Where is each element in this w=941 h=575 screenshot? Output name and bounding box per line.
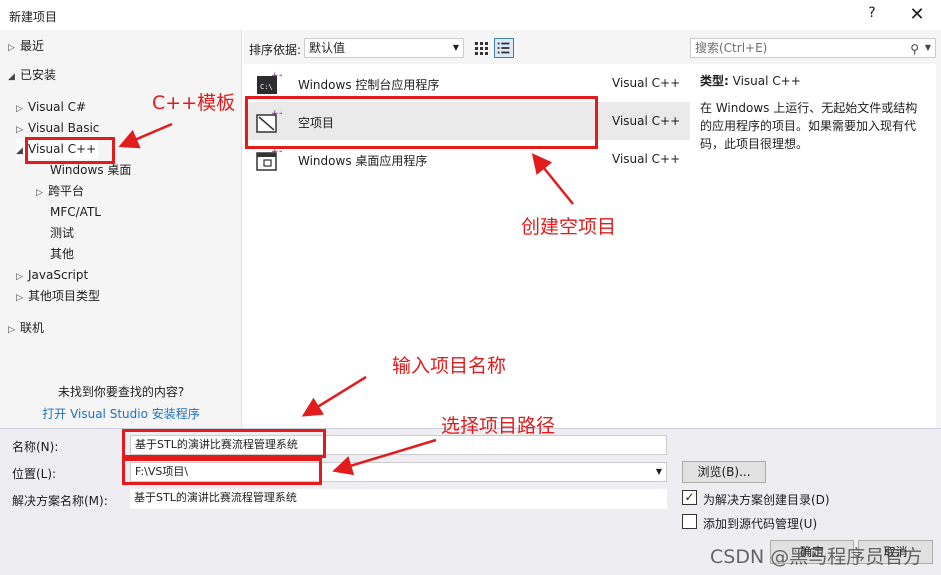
annotation-text-cpp-template: C++模板 — [152, 92, 236, 114]
sort-select[interactable]: 默认值 ▼ — [304, 38, 464, 58]
expand-arrow-icon[interactable]: ▷ — [36, 183, 48, 203]
browse-button[interactable]: 浏览(B)... — [682, 461, 766, 483]
sort-bar: 排序依据: 默认值 ▼ — [244, 30, 690, 64]
tree-item-installed[interactable]: ◢ 已安装 — [8, 65, 56, 85]
dropdown-arrow-icon[interactable]: ▼ — [656, 463, 662, 481]
not-found-hint: 未找到你要查找的内容? — [57, 385, 185, 399]
tree-item-recent[interactable]: ▷ 最近 — [8, 36, 44, 56]
collapse-arrow-icon[interactable]: ◢ — [8, 67, 20, 87]
tree-item-javascript[interactable]: ▷ JavaScript — [16, 265, 88, 285]
csdn-watermark: CSDN @黑马程序员官方 — [710, 546, 923, 568]
tree-item-visual-basic[interactable]: ▷ Visual Basic — [16, 118, 99, 138]
search-input[interactable]: 搜索(Ctrl+E) ⚲ ▼ — [690, 38, 936, 58]
search-icon[interactable]: ⚲ — [910, 40, 919, 58]
annotation-box-name — [122, 429, 326, 458]
template-description: 在 Windows 上运行、无起始文件或结构的应用程序的项目。如果需要加入现有代… — [700, 101, 918, 151]
tree-item-other[interactable]: 其他 — [50, 244, 74, 264]
name-label: 名称(N): — [12, 440, 59, 454]
desktop-app-icon: ++ — [256, 147, 282, 171]
tree-item-visual-csharp[interactable]: ▷ Visual C# — [16, 97, 86, 117]
solution-name-label: 解决方案名称(M): — [12, 494, 108, 508]
annotation-box-cpp-tree — [25, 137, 115, 164]
tree-item-other-project-types[interactable]: ▷ 其他项目类型 — [16, 286, 100, 306]
help-button[interactable]: ? — [862, 5, 882, 25]
annotation-box-empty-project — [245, 96, 598, 149]
tree-item-test[interactable]: 测试 — [50, 223, 74, 243]
dropdown-arrow-icon: ▼ — [452, 43, 459, 52]
template-details: 类型: Visual C++ 在 Windows 上运行、无起始文件或结构的应用… — [690, 64, 936, 428]
source-control-label: 添加到源代码管理(U) — [703, 517, 818, 531]
type-value: Visual C++ — [732, 74, 801, 88]
type-line: 类型: Visual C++ — [700, 72, 926, 89]
location-label: 位置(L): — [12, 467, 57, 481]
dropdown-arrow-icon[interactable]: ▼ — [925, 39, 931, 57]
annotation-text-create-empty: 创建空项目 — [521, 216, 617, 238]
source-control-checkbox[interactable] — [682, 514, 697, 529]
type-label: 类型: — [700, 74, 729, 88]
details-panel: 搜索(Ctrl+E) ⚲ ▼ 类型: Visual C++ 在 Windows … — [690, 30, 941, 428]
expand-arrow-icon[interactable]: ▷ — [16, 288, 28, 308]
title-bar: 新建项目 ? ✕ — [0, 0, 941, 30]
tree-item-online[interactable]: ▷ 联机 — [8, 318, 44, 338]
expand-arrow-icon[interactable]: ▷ — [8, 38, 20, 58]
annotation-text-enter-name: 输入项目名称 — [392, 355, 507, 377]
expand-arrow-icon[interactable]: ▷ — [16, 267, 28, 287]
grid-view-icon[interactable] — [471, 38, 491, 58]
close-button[interactable]: ✕ — [904, 3, 930, 27]
window-title: 新建项目 — [9, 10, 58, 24]
expand-arrow-icon[interactable]: ▷ — [8, 320, 20, 340]
annotation-box-location — [122, 458, 322, 485]
tree-item-cross-platform[interactable]: ▷ 跨平台 — [36, 181, 84, 201]
tree-item-mfc-atl[interactable]: MFC/ATL — [50, 202, 101, 222]
console-app-icon: C:\ ++ — [257, 71, 282, 94]
svg-text:++: ++ — [271, 71, 282, 81]
create-directory-label: 为解决方案创建目录(D) — [703, 493, 830, 507]
create-directory-checkbox[interactable]: ✓ — [682, 490, 697, 505]
annotation-text-choose-path: 选择项目路径 — [441, 415, 556, 437]
sort-label: 排序依据: — [249, 43, 302, 57]
solution-name-input[interactable]: 基于STL的演讲比赛流程管理系统 — [130, 489, 667, 509]
list-view-icon[interactable] — [494, 38, 514, 58]
svg-text:C:\: C:\ — [260, 83, 273, 91]
expand-arrow-icon[interactable]: ▷ — [16, 99, 28, 119]
open-installer-link[interactable]: 打开 Visual Studio 安装程序 — [0, 405, 242, 422]
